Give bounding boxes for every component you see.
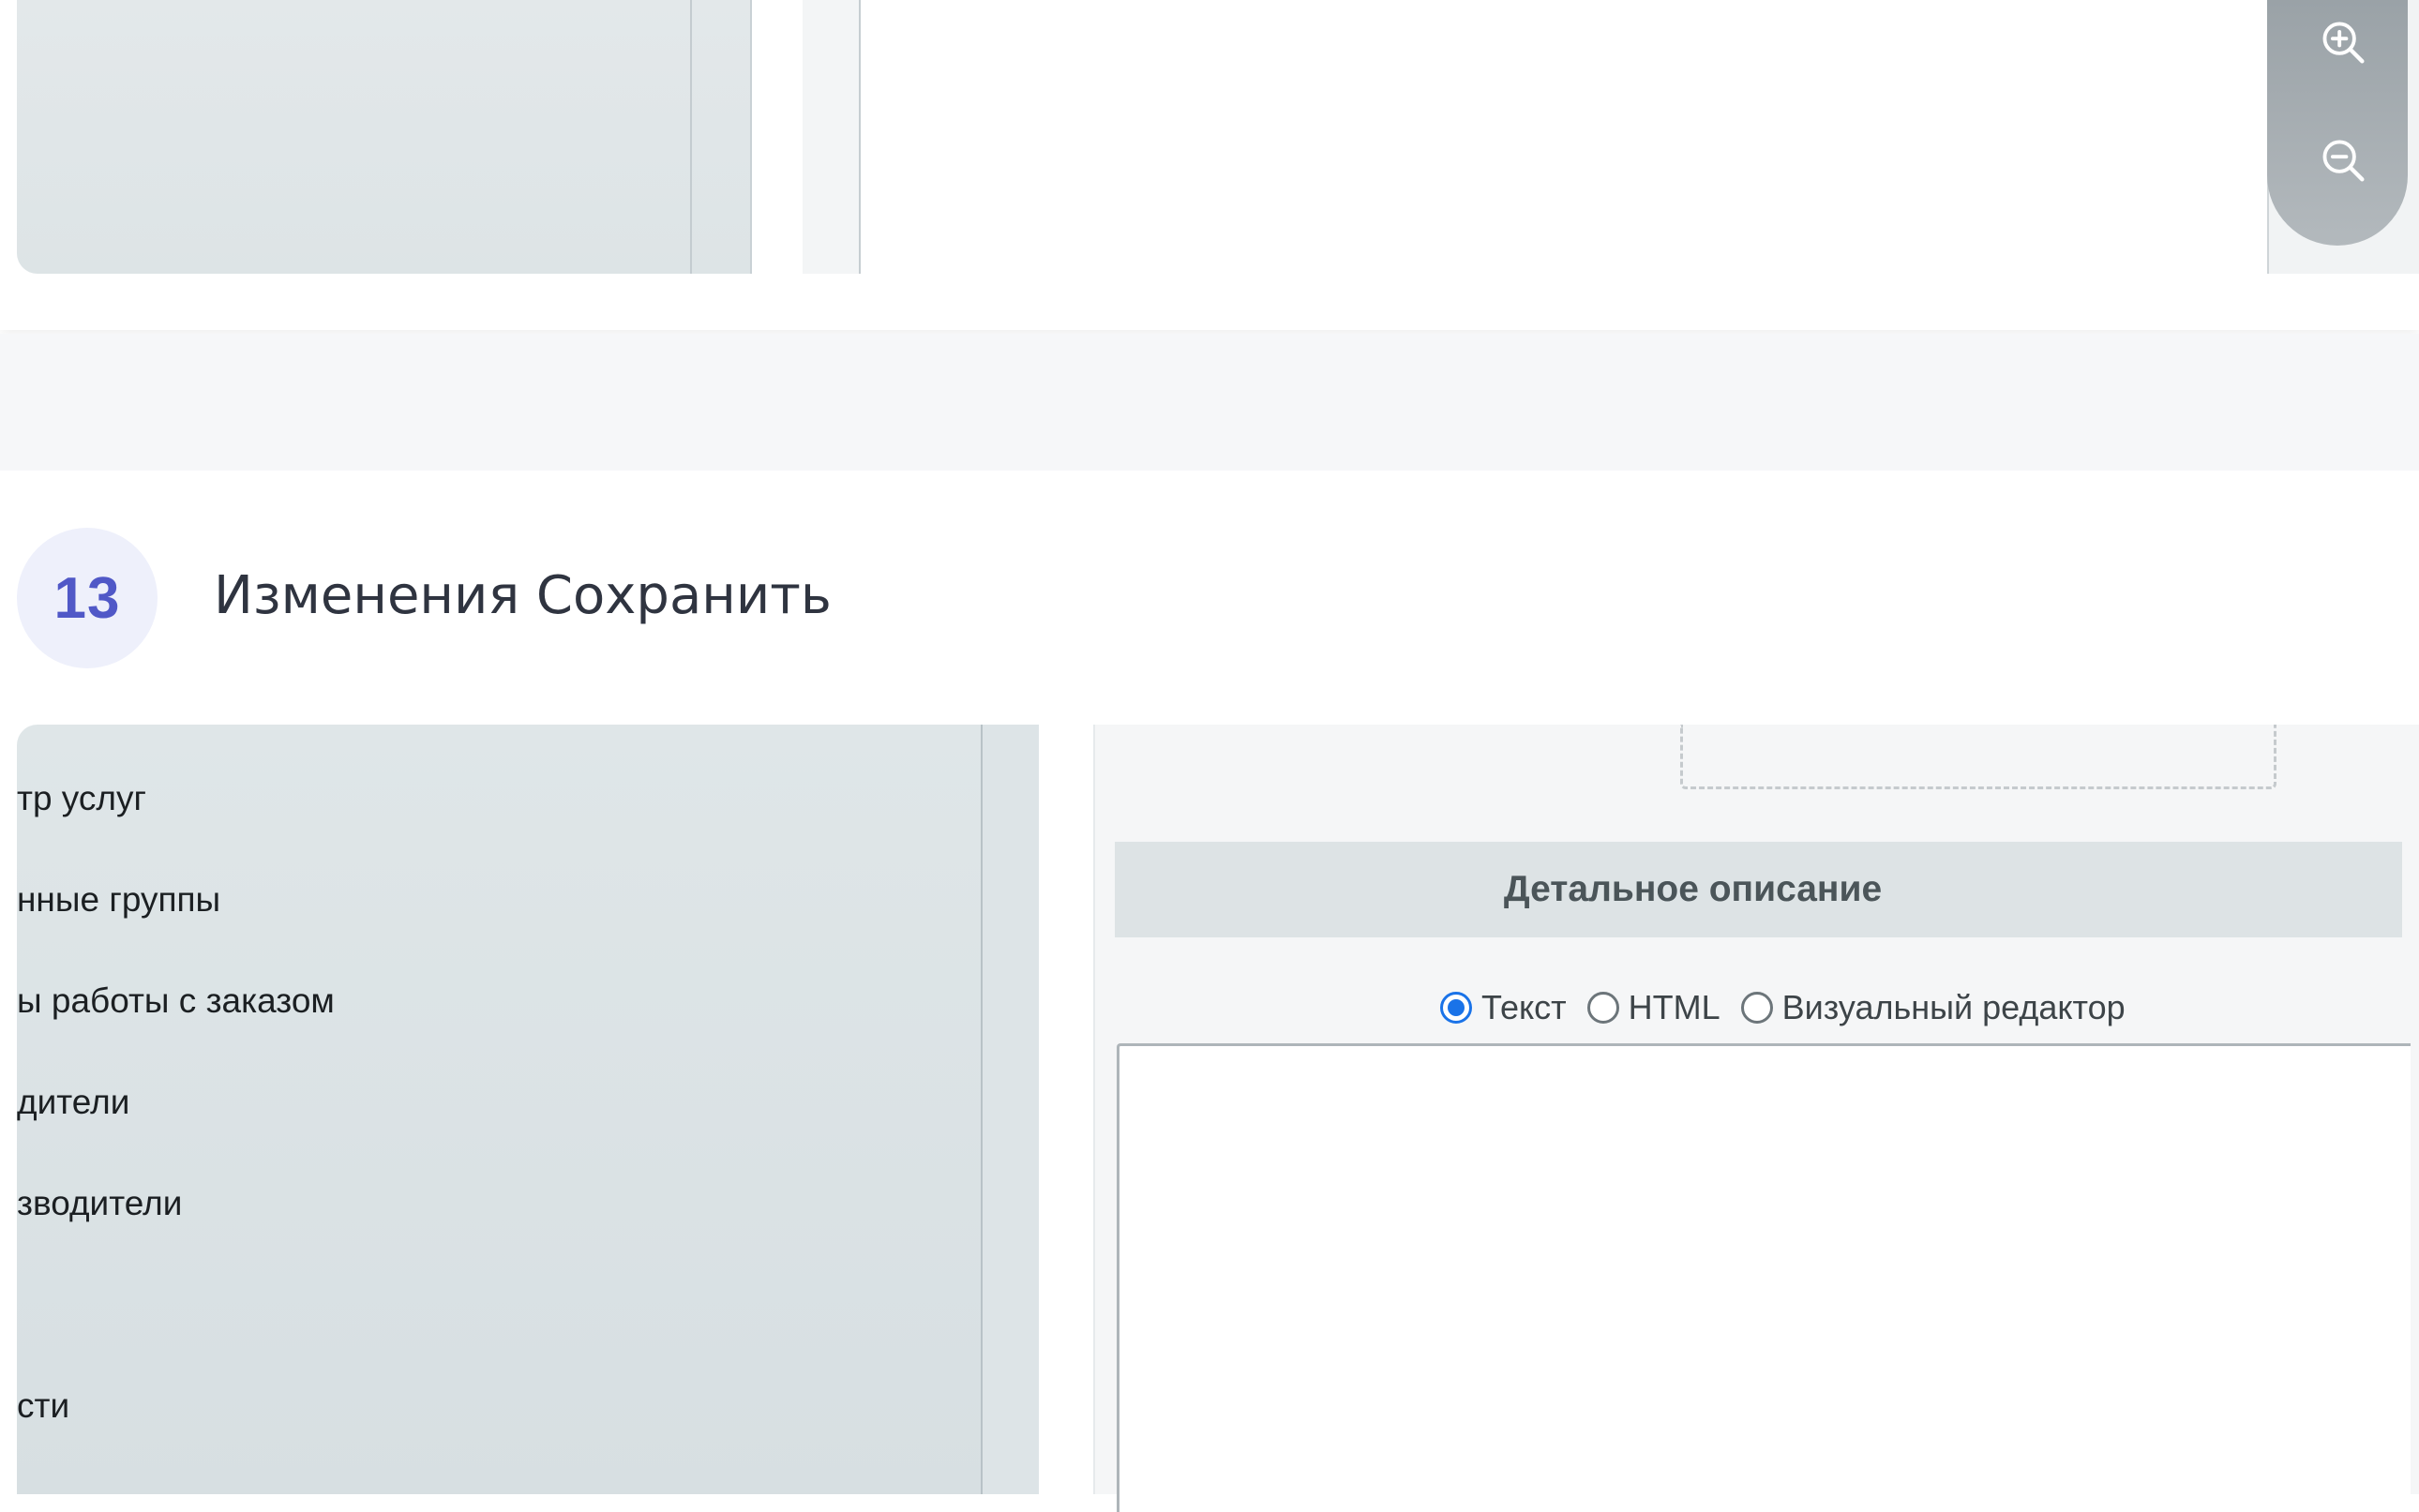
sidebar-divider xyxy=(690,0,692,274)
step-number-badge: 13 xyxy=(17,528,158,668)
radio-visual-editor-label: Визуальный редактор xyxy=(1781,988,2126,1026)
sidebar-item-order-work[interactable]: ы работы с заказом xyxy=(17,981,335,1021)
content-rail xyxy=(803,0,861,274)
radio-text-indicator[interactable] xyxy=(1440,992,1472,1024)
sidebar-item-other[interactable]: сти xyxy=(17,1386,69,1426)
previous-step-screenshot xyxy=(0,0,2419,330)
upload-drop-zone[interactable] xyxy=(1680,725,2276,789)
content-area xyxy=(861,0,2269,274)
detail-description-header: Детальное описание xyxy=(1115,842,2402,937)
sidebar-item-services[interactable]: тр услуг xyxy=(17,779,146,818)
sidebar-resize-strip[interactable] xyxy=(983,725,1039,1494)
radio-text-label: Текст xyxy=(1481,988,1567,1026)
content-rail xyxy=(1039,725,1095,1494)
radio-html-label: HTML xyxy=(1628,988,1720,1026)
detail-description-textarea[interactable] xyxy=(1117,1043,2411,1512)
panel-gap xyxy=(752,0,803,274)
radio-visual-editor[interactable]: Визуальный редактор xyxy=(1740,988,2126,1027)
sidebar-item-manufacturers[interactable]: зводители xyxy=(17,1184,182,1223)
zoom-out-icon xyxy=(2322,140,2365,182)
zoom-in-icon xyxy=(2322,22,2365,64)
sidebar-item-groups[interactable]: нные группы xyxy=(17,880,220,920)
radio-visual-editor-indicator[interactable] xyxy=(1740,992,1773,1024)
radio-html-indicator[interactable] xyxy=(1586,992,1619,1024)
sidebar-panel: тр услуг нные группы ы работы с заказом … xyxy=(17,725,981,1494)
sidebar-item-drivers[interactable]: дители xyxy=(17,1083,129,1122)
radio-html[interactable]: HTML xyxy=(1586,988,1720,1027)
zoom-in-button[interactable] xyxy=(2316,15,2372,71)
format-radio-group: Текст HTML Визуальный редактор xyxy=(1440,984,2146,1031)
sidebar-panel xyxy=(17,0,752,274)
zoom-out-button[interactable] xyxy=(2316,133,2372,189)
step-title: Изменения Сохранить xyxy=(214,565,832,626)
radio-text[interactable]: Текст xyxy=(1440,988,1567,1027)
detail-description-title: Детальное описание xyxy=(1503,869,1883,909)
section-separator xyxy=(0,334,2419,471)
screenshot-frame xyxy=(17,0,2419,274)
